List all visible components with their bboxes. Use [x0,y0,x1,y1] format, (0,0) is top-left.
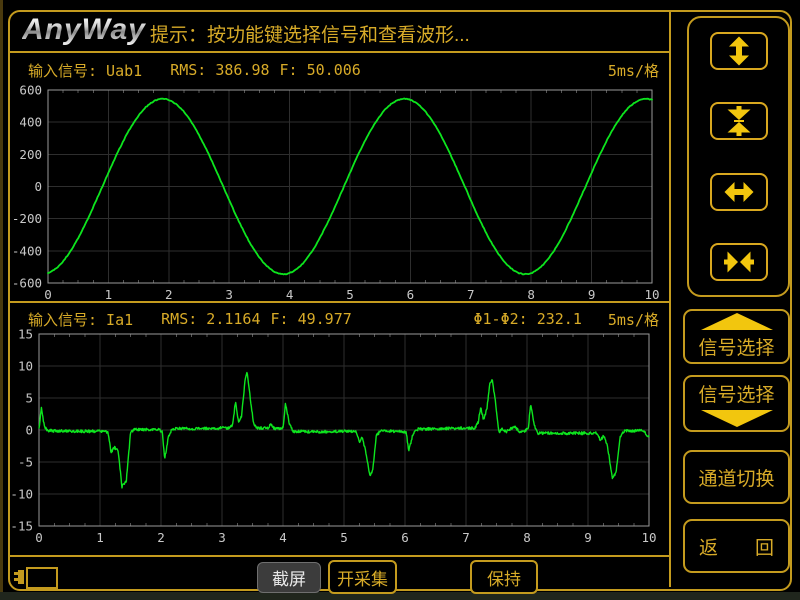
svg-text:0: 0 [25,423,33,438]
channel-switch-button[interactable]: 通道切换 [683,450,790,504]
tick-labels: 151050-5-10-15012345678910 [10,327,656,546]
header-divider [10,51,669,53]
battery-icon [14,566,58,588]
svg-text:5: 5 [346,287,354,302]
triangle-up-icon [701,313,773,330]
svg-text:10: 10 [18,359,33,374]
start-capture-button[interactable]: 开采集 [328,560,397,594]
svg-text:4: 4 [286,287,294,302]
horizontal-expand-button[interactable] [710,173,768,211]
svg-text:0: 0 [34,179,42,194]
left-bezel [0,0,3,600]
anyway-logo: AnyWay [22,13,146,47]
hold-button[interactable]: 保持 [470,560,538,594]
tick-labels: 6004002000-200-400-600012345678910 [12,83,660,303]
voltage-waveform-plot: 6004002000-200-400-600012345678910 [10,54,669,302]
svg-text:9: 9 [584,530,592,545]
svg-text:5: 5 [25,391,33,406]
signal-select-down-button[interactable]: 信号选择 [683,375,790,432]
return-label-right: 回 [755,533,774,560]
svg-text:6: 6 [407,287,415,302]
svg-text:-15: -15 [10,519,33,534]
bottombar-divider [10,555,669,557]
svg-text:2: 2 [157,530,165,545]
svg-text:6: 6 [401,530,409,545]
svg-text:600: 600 [19,83,42,98]
svg-text:1: 1 [96,530,104,545]
svg-text:-600: -600 [12,276,42,291]
svg-text:-10: -10 [10,487,33,502]
vertical-expand-button[interactable] [710,32,768,70]
svg-text:0: 0 [35,530,43,545]
svg-text:-200: -200 [12,211,42,226]
instrument-screen: AnyWay 提示：按功能键选择信号和查看波形... 输入信号: Uab1 RM… [0,0,800,600]
svg-text:-400: -400 [12,243,42,258]
vertical-compress-icon [717,106,761,136]
screenshot-button[interactable]: 截屏 [257,562,321,593]
sidebar-divider [669,12,671,587]
svg-text:15: 15 [18,327,33,342]
svg-text:3: 3 [218,530,226,545]
svg-text:8: 8 [523,530,531,545]
svg-text:-5: -5 [18,455,33,470]
return-button[interactable]: 返 回 [683,519,790,573]
horizontal-expand-icon [717,177,761,207]
hint-text: 提示：按功能键选择信号和查看波形... [150,20,470,47]
svg-text:7: 7 [462,530,470,545]
svg-text:5: 5 [340,530,348,545]
horizontal-compress-button[interactable] [710,243,768,281]
vertical-expand-icon [717,36,761,66]
grid [48,90,652,283]
svg-text:4: 4 [279,530,287,545]
signal-select-up-label: 信号选择 [698,333,774,360]
svg-text:400: 400 [19,115,42,130]
svg-text:10: 10 [644,287,659,302]
return-label-left: 返 [699,533,718,560]
channel-switch-label: 通道切换 [698,464,774,491]
svg-text:2: 2 [165,287,173,302]
svg-text:8: 8 [527,287,535,302]
svg-text:3: 3 [225,287,233,302]
triangle-down-icon [701,410,773,427]
signal-select-down-label: 信号选择 [698,380,774,407]
svg-text:1: 1 [105,287,113,302]
svg-text:0: 0 [44,287,52,302]
bottom-bezel [0,592,800,600]
current-waveform-plot: 151050-5-10-15012345678910 [10,303,669,553]
svg-text:9: 9 [588,287,596,302]
svg-text:7: 7 [467,287,475,302]
waveform-zoom-group [687,16,790,297]
svg-text:10: 10 [641,530,656,545]
vertical-compress-button[interactable] [710,102,768,140]
horizontal-compress-icon [717,247,761,277]
svg-text:200: 200 [19,147,42,162]
signal-select-up-button[interactable]: 信号选择 [683,309,790,364]
